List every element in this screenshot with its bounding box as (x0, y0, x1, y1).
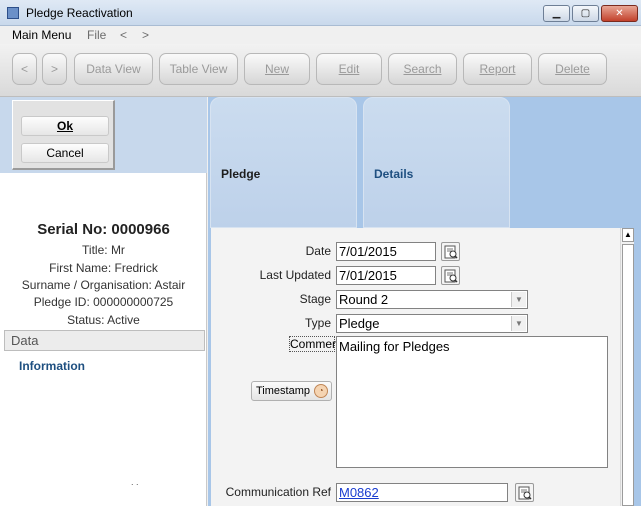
tab-details[interactable]: Details (363, 97, 510, 228)
record-pledge-id: Pledge ID: 000000000725 (33, 295, 174, 309)
details-form: Date 7/01/2015 Last Updated 7/01/2015 St… (211, 228, 620, 506)
record-status: Status: Active (67, 313, 140, 327)
stage-value: Round 2 (339, 292, 389, 307)
main-panel: Pledge Details Date 7/01/2015 Last Updat… (208, 97, 641, 506)
menu-main-menu[interactable]: Main Menu (12, 28, 71, 42)
ok-button[interactable]: Ok (21, 116, 109, 136)
app-icon (7, 7, 19, 19)
delete-button[interactable]: Delete (538, 53, 607, 85)
window-title: Pledge Reactivation (26, 6, 133, 20)
communication-ref-lookup-button[interactable] (515, 483, 534, 502)
cancel-button[interactable]: Cancel (21, 143, 109, 163)
date-lookup-button[interactable] (441, 242, 460, 261)
prev-record-button[interactable]: < (12, 53, 37, 85)
action-area: Ok Cancel (0, 97, 207, 173)
title-bar: Pledge Reactivation ▁ ▢ ✕ (0, 0, 641, 26)
report-button[interactable]: Report (463, 53, 532, 85)
footer-dots: . . (131, 477, 139, 487)
new-button[interactable]: New (244, 53, 310, 85)
data-section-header: Data (4, 330, 205, 351)
calendar-lookup-icon (444, 269, 458, 283)
data-view-button[interactable]: Data View (74, 53, 153, 85)
communication-ref-label: Communication Ref (225, 485, 331, 499)
stage-label: Stage (299, 292, 331, 306)
lookup-icon (518, 486, 532, 500)
comment-textarea[interactable]: Mailing for Pledges (336, 336, 608, 468)
type-value: Pledge (339, 316, 380, 331)
dialog-button-group: Ok Cancel (12, 100, 115, 170)
last-updated-field[interactable]: 7/01/2015 (336, 266, 436, 285)
timestamp-label: Timestamp (256, 385, 310, 397)
scrollbar-thumb[interactable] (622, 244, 634, 506)
tab-pledge[interactable]: Pledge (210, 97, 357, 228)
serial-number: Serial No: 0000966 (37, 221, 170, 238)
chevron-down-icon[interactable]: ▼ (511, 316, 526, 331)
toolbar: < > Data View Table View New Edit Search… (0, 44, 641, 97)
stage-select[interactable]: Round 2 ▼ (336, 290, 528, 309)
minimize-button[interactable]: ▁ (543, 5, 570, 22)
menu-bar: Main Menu File < > (0, 26, 641, 44)
comment-label: Comment (289, 336, 343, 352)
date-field[interactable]: 7/01/2015 (336, 242, 436, 261)
type-select[interactable]: Pledge ▼ (336, 314, 528, 333)
tab-details-label: Details (374, 167, 414, 181)
chevron-down-icon[interactable]: ▼ (511, 292, 526, 307)
sidebar-item-information[interactable]: Information (19, 359, 85, 373)
next-record-button[interactable]: > (42, 53, 67, 85)
close-button[interactable]: ✕ (601, 5, 638, 22)
timestamp-button[interactable]: Timestamp ◔ (251, 381, 332, 401)
vertical-scrollbar[interactable]: ▲ (620, 228, 634, 506)
table-view-button[interactable]: Table View (159, 53, 238, 85)
edit-button[interactable]: Edit (316, 53, 382, 85)
left-panel: Ok Cancel Serial No: 0000966 Title: Mr F… (0, 97, 207, 506)
menu-forward[interactable]: > (142, 28, 149, 42)
tab-pledge-label: Pledge (221, 167, 261, 181)
date-label: Date (305, 244, 331, 258)
record-title: Title: Mr (82, 243, 125, 257)
communication-ref-link[interactable]: M0862 (336, 483, 508, 502)
menu-file[interactable]: File (87, 28, 106, 42)
record-surname: Surname / Organisation: Astair (21, 278, 186, 292)
maximize-button[interactable]: ▢ (572, 5, 599, 22)
menu-back[interactable]: < (120, 28, 127, 42)
calendar-lookup-icon (444, 245, 458, 259)
scroll-up-icon[interactable]: ▲ (622, 228, 634, 242)
last-updated-label: Last Updated (259, 268, 331, 282)
clock-icon: ◔ (314, 384, 328, 398)
search-button[interactable]: Search (388, 53, 457, 85)
last-updated-lookup-button[interactable] (441, 266, 460, 285)
record-first-name: First Name: Fredrick (49, 261, 158, 275)
type-label: Type (304, 316, 331, 330)
